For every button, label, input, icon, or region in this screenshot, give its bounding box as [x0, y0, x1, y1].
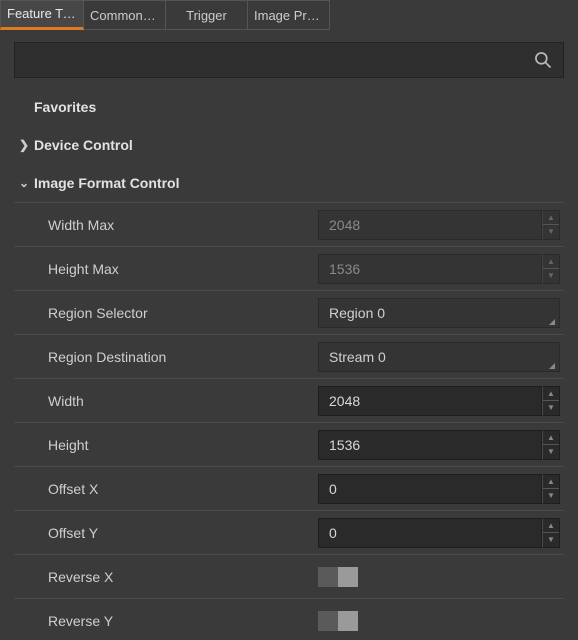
- label-width: Width: [48, 393, 318, 409]
- chevron-down-icon[interactable]: ▼: [543, 488, 559, 503]
- chevron-down-icon[interactable]: ▼: [543, 400, 559, 415]
- field-offset-y[interactable]: 0: [318, 518, 542, 548]
- label-region-destination: Region Destination: [48, 349, 318, 365]
- image-format-control-props: Width Max 2048 ▲ ▼ Height Max 1536 ▲ ▼: [14, 202, 564, 640]
- dropdown-corner-icon: [549, 363, 555, 369]
- toggle-track: [318, 611, 338, 631]
- section-label: Device Control: [34, 137, 133, 153]
- search-row: [0, 30, 578, 88]
- label-offset-x: Offset X: [48, 481, 318, 497]
- value-offset-y[interactable]: 0 ▲ ▼: [318, 518, 560, 548]
- toggle-track: [318, 567, 338, 587]
- tab-common[interactable]: Common F...: [84, 0, 166, 30]
- spinner-height: ▲ ▼: [542, 430, 560, 460]
- row-reverse-x: Reverse X: [14, 555, 564, 599]
- tab-feature-tree[interactable]: Feature Tree: [0, 0, 84, 30]
- value-region-destination[interactable]: Stream 0: [318, 342, 560, 372]
- chevron-up-icon: ▲: [543, 211, 559, 225]
- chevron-up-icon[interactable]: ▲: [543, 431, 559, 445]
- tab-bar: Feature Tree Common F... Trigger Image P…: [0, 0, 578, 30]
- chevron-up-icon[interactable]: ▲: [543, 519, 559, 533]
- dropdown-corner-icon: [549, 319, 555, 325]
- chevron-down-icon[interactable]: ▼: [543, 444, 559, 459]
- toggle-reverse-y[interactable]: [318, 611, 358, 631]
- spinner-offset-y: ▲ ▼: [542, 518, 560, 548]
- field-width[interactable]: 2048: [318, 386, 542, 416]
- chevron-down-icon: ⌄: [14, 176, 34, 190]
- row-region-destination: Region Destination Stream 0: [14, 335, 564, 379]
- row-region-selector: Region Selector Region 0: [14, 291, 564, 335]
- spinner-height-max: ▲ ▼: [542, 254, 560, 284]
- row-height-max: Height Max 1536 ▲ ▼: [14, 247, 564, 291]
- tab-trigger[interactable]: Trigger: [166, 0, 248, 30]
- select-region-selector[interactable]: Region 0: [318, 298, 560, 328]
- value-height[interactable]: 1536 ▲ ▼: [318, 430, 560, 460]
- label-region-selector: Region Selector: [48, 305, 318, 321]
- search-input[interactable]: [15, 43, 563, 77]
- chevron-up-icon: ▲: [543, 255, 559, 269]
- value-width-max: 2048 ▲ ▼: [318, 210, 560, 240]
- value-region-selector[interactable]: Region 0: [318, 298, 560, 328]
- select-region-destination[interactable]: Stream 0: [318, 342, 560, 372]
- chevron-up-icon[interactable]: ▲: [543, 387, 559, 401]
- field-height-max: 1536: [318, 254, 542, 284]
- section-favorites[interactable]: Favorites: [14, 88, 564, 126]
- row-width-max: Width Max 2048 ▲ ▼: [14, 203, 564, 247]
- label-width-max: Width Max: [48, 217, 318, 233]
- section-device-control[interactable]: ❯ Device Control: [14, 126, 564, 164]
- row-reverse-y: Reverse Y: [14, 599, 564, 640]
- tab-image-pro[interactable]: Image Pro...: [248, 0, 330, 30]
- toggle-knob: [338, 611, 358, 631]
- field-offset-x[interactable]: 0: [318, 474, 542, 504]
- value-reverse-x: [318, 562, 560, 592]
- section-image-format-control[interactable]: ⌄ Image Format Control: [14, 164, 564, 202]
- search-icon[interactable]: [533, 50, 553, 70]
- chevron-down-icon: ▼: [543, 224, 559, 239]
- chevron-up-icon[interactable]: ▲: [543, 475, 559, 489]
- label-height: Height: [48, 437, 318, 453]
- chevron-down-icon: ▼: [543, 268, 559, 283]
- label-reverse-y: Reverse Y: [48, 613, 318, 629]
- label-offset-y: Offset Y: [48, 525, 318, 541]
- feature-tree: Favorites ❯ Device Control ⌄ Image Forma…: [0, 88, 578, 640]
- value-reverse-y: [318, 606, 560, 636]
- search-box: [14, 42, 564, 78]
- row-width: Width 2048 ▲ ▼: [14, 379, 564, 423]
- section-label: Image Format Control: [34, 175, 179, 191]
- spinner-width-max: ▲ ▼: [542, 210, 560, 240]
- row-height: Height 1536 ▲ ▼: [14, 423, 564, 467]
- toggle-reverse-x[interactable]: [318, 567, 358, 587]
- row-offset-x: Offset X 0 ▲ ▼: [14, 467, 564, 511]
- toggle-knob: [338, 567, 358, 587]
- value-height-max: 1536 ▲ ▼: [318, 254, 560, 284]
- spinner-offset-x: ▲ ▼: [542, 474, 560, 504]
- row-offset-y: Offset Y 0 ▲ ▼: [14, 511, 564, 555]
- chevron-right-icon: ❯: [14, 138, 34, 152]
- label-reverse-x: Reverse X: [48, 569, 318, 585]
- section-label: Favorites: [34, 99, 96, 115]
- label-height-max: Height Max: [48, 261, 318, 277]
- spinner-width: ▲ ▼: [542, 386, 560, 416]
- field-height[interactable]: 1536: [318, 430, 542, 460]
- value-offset-x[interactable]: 0 ▲ ▼: [318, 474, 560, 504]
- value-width[interactable]: 2048 ▲ ▼: [318, 386, 560, 416]
- field-width-max: 2048: [318, 210, 542, 240]
- chevron-down-icon[interactable]: ▼: [543, 532, 559, 547]
